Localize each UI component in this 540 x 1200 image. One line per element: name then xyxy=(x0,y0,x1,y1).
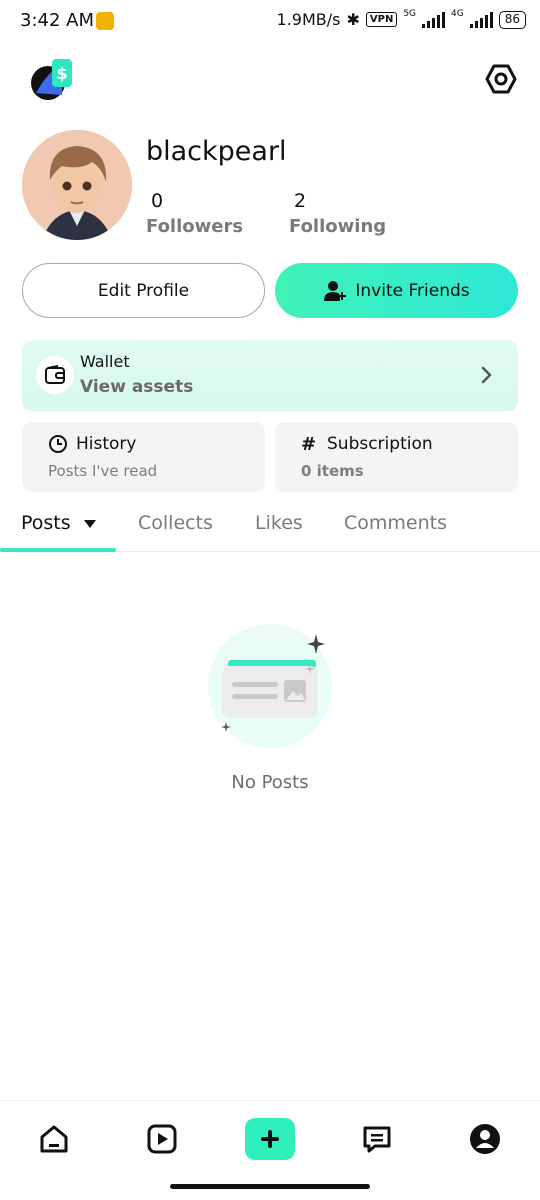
followers-stat[interactable]: 0 xyxy=(151,190,163,212)
play-icon xyxy=(147,1124,177,1154)
add-user-icon xyxy=(324,280,347,301)
home-indicator[interactable] xyxy=(170,1184,370,1189)
empty-state-text: No Posts xyxy=(231,772,309,793)
tab-posts[interactable]: Posts xyxy=(21,512,97,534)
message-icon xyxy=(363,1126,391,1153)
history-card[interactable]: History Posts I've read xyxy=(22,422,265,492)
invite-friends-button[interactable]: Invite Friends xyxy=(275,263,518,318)
wallet-title: Wallet xyxy=(80,352,130,371)
profile-icon xyxy=(470,1124,500,1154)
avatar[interactable] xyxy=(22,130,132,240)
wallet-icon xyxy=(36,356,74,394)
caret-down-icon xyxy=(83,520,96,528)
signal-icon xyxy=(422,11,446,28)
subscription-card[interactable]: # Subscription 0 items xyxy=(275,422,518,492)
wallet-subtitle: View assets xyxy=(80,377,194,397)
followers-label[interactable]: Followers xyxy=(146,216,243,237)
tab-likes[interactable]: Likes xyxy=(255,512,303,534)
bluetooth-icon: ✱ xyxy=(346,10,360,29)
followers-count: 0 xyxy=(151,190,164,212)
nav-profile[interactable] xyxy=(468,1122,502,1156)
empty-posts-illustration xyxy=(200,620,340,750)
network-5g: 5G xyxy=(403,8,417,19)
history-title: History xyxy=(76,434,137,454)
status-indicators: 1.9MB/s ✱ VPN 5G 4G 86 xyxy=(276,8,526,29)
bottom-nav-divider xyxy=(0,1100,540,1101)
network-4g: 4G xyxy=(451,8,464,19)
settings-button[interactable] xyxy=(484,62,518,96)
nav-videos[interactable] xyxy=(145,1122,179,1156)
edit-profile-label: Edit Profile xyxy=(97,280,190,301)
edit-profile-button[interactable]: Edit Profile xyxy=(22,263,265,318)
history-subtitle: Posts I've read xyxy=(48,462,158,480)
battery-indicator: 86 xyxy=(498,10,526,29)
invite-friends-label: Invite Friends xyxy=(355,280,470,301)
network-speed: 1.9MB/s xyxy=(276,10,341,29)
status-time: 3:42 AM xyxy=(20,10,94,31)
clock-icon xyxy=(48,434,68,458)
active-tab-indicator xyxy=(0,548,116,552)
following-label[interactable]: Following xyxy=(289,216,386,237)
tab-collects[interactable]: Collects xyxy=(138,512,213,534)
create-post-button[interactable] xyxy=(245,1118,295,1160)
subscription-subtitle: 0 items xyxy=(301,462,364,480)
following-stat[interactable]: 2 xyxy=(294,190,306,212)
home-icon xyxy=(40,1125,68,1153)
chevron-right-icon xyxy=(476,363,498,387)
nav-home[interactable] xyxy=(37,1122,71,1156)
wallet-card[interactable]: Wallet View assets xyxy=(22,340,518,411)
vpn-badge: VPN xyxy=(365,12,398,27)
subscription-title: Subscription xyxy=(327,434,433,454)
gear-icon xyxy=(485,64,517,94)
username: blackpearl xyxy=(146,136,287,167)
hash-icon: # xyxy=(301,434,317,455)
following-count: 2 xyxy=(294,190,307,212)
app-logo: $ xyxy=(28,55,76,103)
tab-comments[interactable]: Comments xyxy=(344,512,447,534)
notification-icon xyxy=(96,12,114,30)
signal-icon xyxy=(469,11,493,28)
nav-messages[interactable] xyxy=(360,1122,394,1156)
svg-text:$: $ xyxy=(56,64,67,83)
tab-posts-label: Posts xyxy=(21,512,71,534)
plus-icon xyxy=(261,1130,279,1148)
